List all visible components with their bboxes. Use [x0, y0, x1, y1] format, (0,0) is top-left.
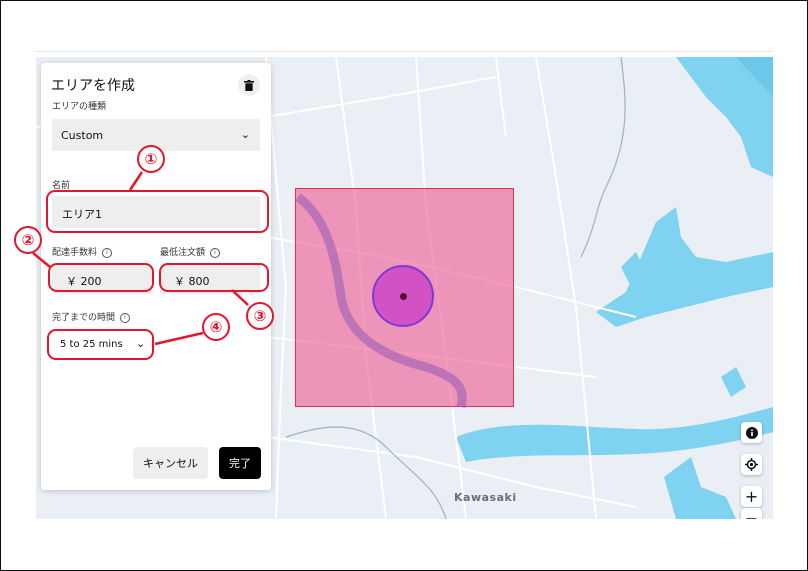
map-info-button[interactable] — [741, 422, 762, 443]
highlight-completion-time — [47, 329, 154, 360]
locate-button[interactable] — [741, 454, 762, 475]
highlight-name-field — [46, 190, 269, 233]
info-icon[interactable]: i — [210, 247, 221, 258]
min-order-label: 最低注文額 i — [160, 245, 221, 258]
header-divider — [36, 51, 773, 52]
zoom-in-button[interactable]: + — [741, 486, 762, 507]
callout-badge-1: ① — [137, 145, 165, 173]
highlight-delivery-fee — [48, 263, 154, 292]
area-type-label: エリアの種類 — [52, 102, 107, 112]
trash-icon — [244, 79, 254, 91]
locate-icon — [745, 458, 758, 471]
done-button[interactable]: 完了 — [219, 447, 261, 479]
delete-area-button[interactable] — [238, 74, 260, 96]
completion-time-label: 完了までの時間 i — [52, 310, 131, 323]
info-icon[interactable]: i — [120, 312, 131, 323]
delivery-fee-label-text: 配達手数料 — [52, 248, 98, 258]
delivery-fee-label: 配達手数料 i — [52, 245, 113, 258]
area-type-value: Custom — [61, 129, 104, 142]
cancel-button[interactable]: キャンセル — [133, 447, 208, 479]
callout-badge-3: ③ — [246, 302, 274, 330]
chevron-down-icon: ⌄ — [240, 128, 250, 141]
zoom-out-button[interactable]: − — [741, 508, 762, 519]
panel-title: エリアを作成 — [51, 78, 135, 94]
min-order-label-text: 最低注文額 — [160, 248, 206, 258]
callout-badge-2: ② — [14, 226, 42, 254]
map-place-label: Kawasaki — [454, 491, 517, 504]
callout-badge-4: ④ — [202, 313, 230, 341]
info-icon — [745, 426, 758, 439]
store-location-pin — [400, 293, 407, 300]
completion-time-label-text: 完了までの時間 — [52, 313, 116, 323]
highlight-min-order — [159, 263, 269, 292]
info-icon[interactable]: i — [102, 247, 113, 258]
